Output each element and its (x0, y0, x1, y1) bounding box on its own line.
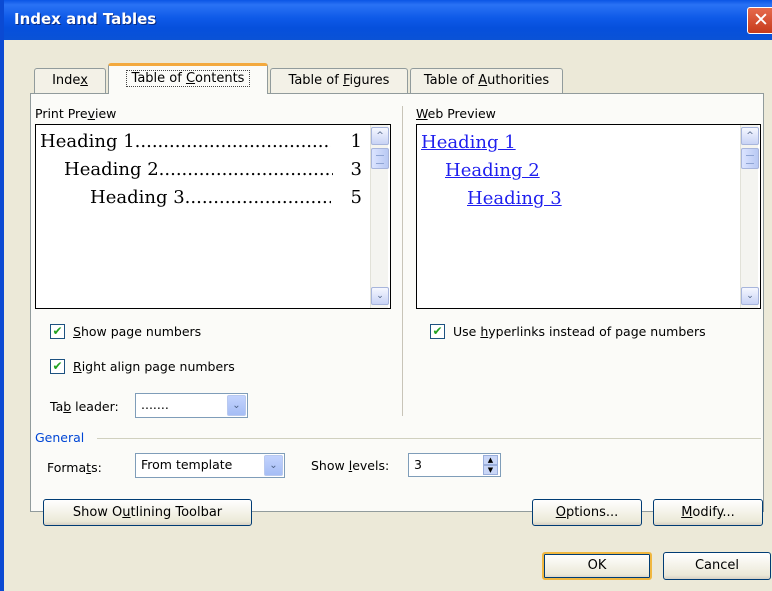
table-of-contents-panel: Print Preview Heading 1 ................… (30, 93, 764, 526)
cancel-label: Cancel (694, 558, 740, 573)
print-preview-line-1: Heading 1 ..............................… (40, 131, 362, 153)
print-page-1: 1 (350, 131, 362, 152)
scroll-down-button[interactable]: ⌄ (741, 287, 759, 305)
print-heading-2: Heading 2 (64, 159, 159, 180)
close-icon: ✕ (753, 9, 769, 31)
print-preview-label: Print Preview (35, 106, 117, 121)
show-outlining-toolbar-button[interactable]: Show Outlining Toolbar (43, 499, 252, 526)
show-levels-value: 3 (414, 457, 422, 472)
show-levels-spinner[interactable]: 3 ▲ ▼ (408, 453, 501, 477)
print-preview-line-2: Heading 2 ..............................… (64, 159, 362, 181)
check-icon: ✔ (432, 324, 443, 338)
ok-label: OK (587, 558, 607, 573)
chevron-down-icon[interactable]: ⌄ (264, 455, 283, 476)
print-heading-1: Heading 1 (40, 131, 135, 152)
tab-table-of-figures-label: Table of Figures (288, 73, 390, 88)
use-hyperlinks-checkbox[interactable]: ✔ (430, 324, 445, 339)
scroll-up-button[interactable]: ^ (371, 127, 389, 145)
tab-table-of-figures[interactable]: Table of Figures (270, 68, 408, 94)
dot-leader: ........................................… (134, 131, 331, 152)
print-preview-box[interactable]: Heading 1 ..............................… (35, 124, 391, 309)
chevron-down-icon: ⌄ (376, 291, 384, 301)
formats-value: From template (141, 457, 233, 472)
scroll-down-button[interactable]: ⌄ (371, 287, 389, 305)
scroll-thumb[interactable] (371, 148, 389, 169)
scroll-thumb[interactable] (741, 148, 759, 169)
formats-label: Formats: (47, 460, 102, 475)
use-hyperlinks-label[interactable]: Use hyperlinks instead of page numbers (453, 324, 706, 339)
check-icon: ✔ (52, 359, 63, 373)
web-heading-1-link[interactable]: Heading 1 (421, 132, 516, 153)
divider (402, 106, 403, 416)
right-align-page-numbers-label[interactable]: Right align page numbers (73, 359, 235, 374)
close-button[interactable]: ✕ (747, 7, 772, 34)
dialog-title: Index and Tables (14, 10, 157, 28)
dot-leader: ........................................… (184, 187, 331, 208)
tab-table-of-authorities-label: Table of Authorities (423, 73, 550, 88)
scroll-up-button[interactable]: ^ (741, 127, 759, 145)
options-label: Options... (555, 505, 619, 520)
chevron-down-icon: ⌄ (746, 291, 754, 301)
dot-leader: ........................................… (158, 159, 333, 180)
tab-table-of-contents-label: Table of Contents (125, 70, 251, 87)
tab-index[interactable]: Index (34, 68, 106, 94)
check-icon: ✔ (52, 324, 63, 338)
tab-table-of-contents[interactable]: Table of Contents (108, 63, 268, 94)
tab-leader-label: Tab leader: (50, 399, 119, 414)
spin-down-icon[interactable]: ▼ (483, 465, 498, 475)
general-group-label: General (35, 430, 85, 445)
chevron-up-icon: ^ (376, 131, 384, 141)
web-preview-scrollbar[interactable]: ^ ⌄ (740, 125, 759, 308)
chevron-down-icon[interactable]: ⌄ (227, 395, 246, 416)
formats-select[interactable]: From template ⌄ (135, 453, 285, 478)
modify-button[interactable]: Modify... (653, 499, 763, 526)
tab-table-of-authorities[interactable]: Table of Authorities (410, 68, 563, 94)
web-heading-3-link[interactable]: Heading 3 (467, 188, 562, 209)
print-page-2: 3 (350, 159, 362, 180)
show-outlining-toolbar-label: Show Outlining Toolbar (72, 505, 223, 520)
options-button[interactable]: Options... (532, 499, 642, 526)
title-bar[interactable]: Index and Tables (4, 0, 772, 40)
index-and-tables-dialog: Index and Tables ✕ Index Table of Conten… (0, 0, 772, 591)
print-preview-line-3: Heading 3 ..............................… (90, 187, 362, 209)
show-page-numbers-checkbox[interactable]: ✔ (50, 324, 65, 339)
general-group-line (97, 438, 761, 439)
modify-label: Modify... (681, 505, 735, 520)
print-page-3: 5 (350, 187, 362, 208)
web-heading-2-link[interactable]: Heading 2 (445, 160, 540, 181)
show-levels-label: Show levels: (311, 458, 390, 473)
ok-button[interactable]: OK (542, 552, 652, 580)
right-align-page-numbers-checkbox[interactable]: ✔ (50, 359, 65, 374)
tab-leader-select[interactable]: ....... ⌄ (135, 393, 248, 418)
show-page-numbers-label[interactable]: Show page numbers (73, 324, 201, 339)
tab-index-label: Index (52, 73, 88, 88)
chevron-up-icon: ^ (746, 131, 754, 141)
web-preview-box[interactable]: Heading 1 Heading 2 Heading 3 ^ ⌄ (416, 124, 761, 309)
web-preview-label: Web Preview (416, 106, 496, 121)
print-heading-3: Heading 3 (90, 187, 185, 208)
spin-up-icon[interactable]: ▲ (483, 455, 498, 465)
tab-leader-value: ....... (141, 397, 169, 412)
cancel-button[interactable]: Cancel (663, 552, 771, 580)
print-preview-scrollbar[interactable]: ^ ⌄ (370, 125, 389, 308)
